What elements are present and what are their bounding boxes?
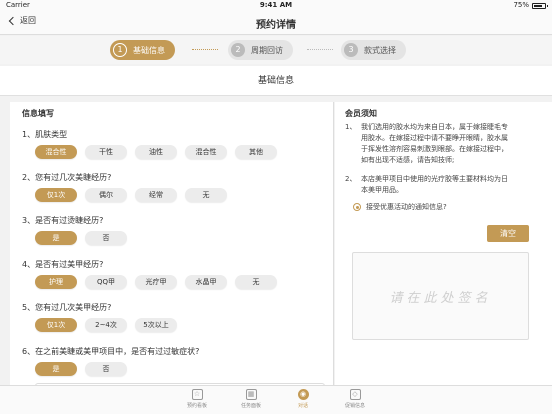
option-chip[interactable]: 是: [35, 362, 77, 376]
option-chip[interactable]: 其他: [235, 145, 277, 159]
option-chip[interactable]: 偶尔: [85, 188, 127, 202]
option-chip[interactable]: 是: [35, 231, 77, 245]
star-icon: ☆: [191, 389, 203, 400]
step-periodic-visit[interactable]: 2 周期回访: [228, 40, 293, 60]
step-connector: [192, 49, 218, 50]
tab-tasks[interactable]: ▦ 任务面板: [226, 389, 276, 409]
status-bar: Carrier 9:41 AM 75%: [0, 0, 552, 11]
option-chip[interactable]: 水晶甲: [185, 275, 227, 289]
option-chip[interactable]: 油性: [135, 145, 177, 159]
step-indicator: 1 基础信息 2 周期回访 3 款式选择: [0, 36, 552, 64]
notice-line: 如有出现不适感，请告知技师;: [361, 156, 455, 164]
step-number: 3: [344, 43, 358, 57]
info-form-panel[interactable]: 信息填写 1、肌肤类型 混合性 干性 油性 混合性 其他 2、您有过几次美睫经历…: [10, 102, 334, 385]
option-chip[interactable]: 2~4次: [85, 318, 127, 332]
tab-appointments[interactable]: ☆ 预约看板: [172, 389, 222, 409]
app-screen: Carrier 9:41 AM 75% 返回 预约详情 1 基础信息 2 周期回…: [0, 0, 552, 414]
notice-heading: 会员须知: [345, 109, 377, 118]
consent-label: 接受优惠活动的通知信息?: [366, 203, 447, 211]
option-chip[interactable]: 光疗甲: [135, 275, 177, 289]
option-chip[interactable]: 干性: [85, 145, 127, 159]
chat-icon: ◉: [297, 389, 309, 400]
step-connector: [307, 49, 333, 50]
step-style-choice[interactable]: 3 款式选择: [341, 40, 406, 60]
option-chip[interactable]: 无: [235, 275, 277, 289]
navigation-bar: 返回 预约详情: [0, 11, 552, 35]
form-heading: 信息填写: [22, 109, 54, 118]
battery-icon: [532, 2, 548, 9]
page-title: 预约详情: [256, 20, 296, 31]
consent-radio[interactable]: 接受优惠活动的通知信息?: [353, 202, 447, 212]
notice-line: 用胶水。在嫁接过程中请不要睁开眼睛，胶水属: [361, 134, 508, 142]
question-lash-perm: 3、是否有过烫睫经历?: [22, 216, 104, 225]
step-number: 1: [113, 43, 127, 57]
question-lash-count: 2、您有过几次美睫经历?: [22, 173, 112, 182]
question-allergy: 6、在之前美睫或美甲项目中，是否有过过敏症状?: [22, 347, 200, 356]
option-chip[interactable]: 5次以上: [135, 318, 177, 332]
notice-line: 本店美甲项目中使用的光疗胶等主要材料均为日: [361, 175, 508, 183]
option-chip[interactable]: 混合性: [185, 145, 227, 159]
tab-label: 预约看板: [186, 403, 207, 409]
clock: 9:41 AM: [259, 1, 293, 9]
options-allergy: 是 否: [35, 362, 127, 376]
tab-bar: ☆ 预约看板 ▦ 任务面板 ◉ 对话 ◇ 促销信息: [0, 385, 552, 414]
option-chip[interactable]: 混合性: [35, 145, 77, 159]
step-label: 款式选择: [364, 45, 396, 55]
notice-number: 2、: [345, 175, 357, 183]
step-number: 2: [231, 43, 245, 57]
signature-placeholder: 请在此处签名: [389, 291, 492, 306]
notice-item: 2、 本店美甲项目中使用的光疗胶等主要材料均为日 本美甲用品。: [345, 174, 540, 196]
options-lash-count: 仅1次 偶尔 经常 无: [35, 188, 227, 202]
option-chip[interactable]: 仅1次: [35, 318, 77, 332]
option-chip[interactable]: 无: [185, 188, 227, 202]
options-skin-type: 混合性 干性 油性 混合性 其他: [35, 145, 277, 159]
grid-icon: ▦: [245, 389, 257, 400]
clear-signature-button[interactable]: 清空: [487, 225, 529, 242]
member-notice-panel: 会员须知 1、 我们选用的胶水均为来自日本，属于嫁接睫毛专 用胶水。在嫁接过程中…: [335, 102, 552, 385]
tab-label: 促销信息: [344, 403, 365, 409]
option-chip[interactable]: QQ甲: [85, 275, 127, 289]
notice-line: 本美甲用品。: [361, 186, 403, 194]
step-label: 周期回访: [251, 45, 283, 55]
notice-item: 1、 我们选用的胶水均为来自日本，属于嫁接睫毛专 用胶水。在嫁接过程中请不要睁开…: [345, 122, 540, 166]
option-chip[interactable]: 否: [85, 231, 127, 245]
notice-line: 我们选用的胶水均为来自日本，属于嫁接睫毛专: [361, 123, 508, 131]
question-nail: 4、是否有过美甲经历?: [22, 260, 104, 269]
options-nail-count: 仅1次 2~4次 5次以上: [35, 318, 177, 332]
notice-number: 1、: [345, 123, 357, 131]
tab-label: 任务面板: [240, 403, 261, 409]
notice-line: 于挥发性溶剂容易刺激到眼部。在嫁接过程中，: [361, 145, 508, 153]
battery-indicator: 75%: [513, 0, 548, 11]
tag-icon: ◇: [349, 389, 361, 400]
step-label: 基础信息: [133, 45, 165, 55]
radio-selected-icon: [353, 203, 361, 211]
option-chip[interactable]: 仅1次: [35, 188, 77, 202]
signature-pad[interactable]: 请在此处签名: [352, 252, 529, 340]
notice-text: 我们选用的胶水均为来自日本，属于嫁接睫毛专 用胶水。在嫁接过程中请不要睁开眼睛，…: [361, 122, 508, 166]
tab-chat[interactable]: ◉ 对话: [278, 389, 328, 409]
option-chip[interactable]: 经常: [135, 188, 177, 202]
notice-text: 本店美甲项目中使用的光疗胶等主要材料均为日 本美甲用品。: [361, 174, 508, 196]
tab-label: 对话: [297, 403, 308, 409]
battery-percent: 75%: [513, 1, 529, 9]
question-nail-count: 5、您有过几次美甲经历?: [22, 303, 112, 312]
option-chip[interactable]: 护理: [35, 275, 77, 289]
options-lash-perm: 是 否: [35, 231, 127, 245]
section-title: 基础信息: [0, 66, 552, 96]
step-basic-info[interactable]: 1 基础信息: [110, 40, 175, 60]
question-skin-type: 1、肌肤类型: [22, 130, 68, 139]
tab-promotions[interactable]: ◇ 促销信息: [330, 389, 380, 409]
options-nail: 护理 QQ甲 光疗甲 水晶甲 无: [35, 275, 277, 289]
option-chip[interactable]: 否: [85, 362, 127, 376]
